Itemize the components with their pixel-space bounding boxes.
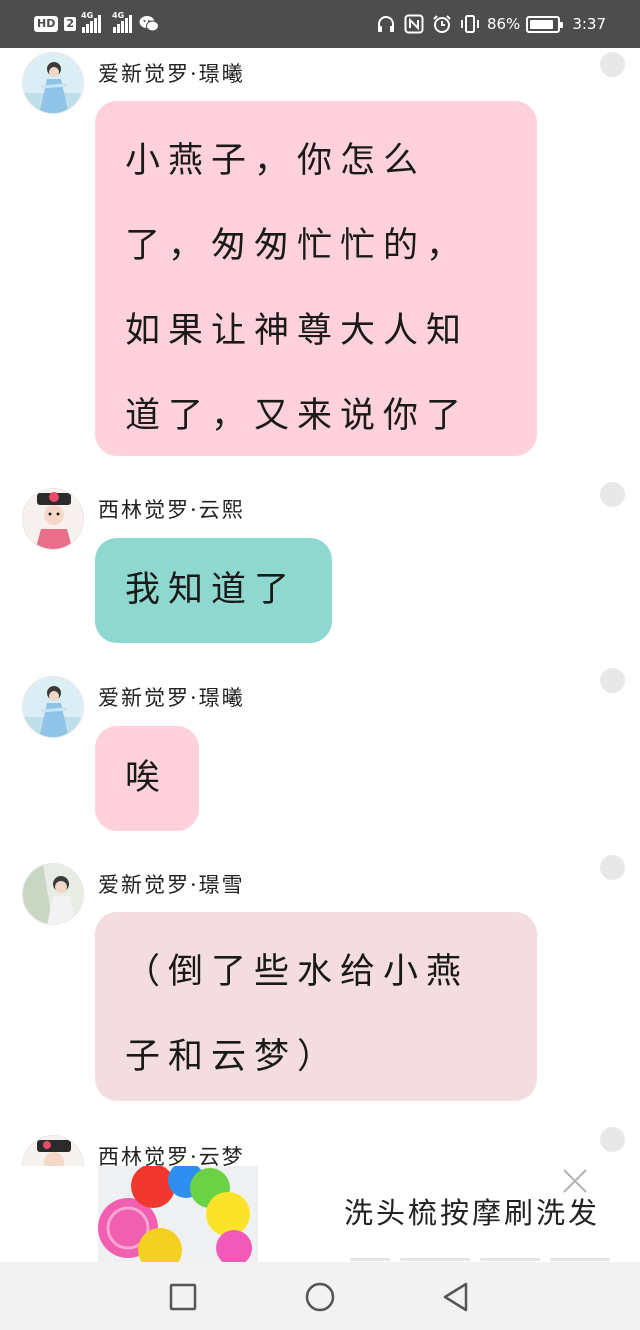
message-line: 了，匆匆忙忙的， xyxy=(125,226,470,266)
message-bubble[interactable]: 唉 xyxy=(95,726,199,831)
avatar[interactable] xyxy=(22,863,84,925)
alarm-icon xyxy=(431,13,453,35)
ad-image[interactable] xyxy=(98,1166,258,1262)
signal-icon: 4G xyxy=(81,11,101,33)
home-icon[interactable] xyxy=(304,1281,336,1313)
signal-icon-2: 4G xyxy=(112,11,132,33)
wechat-icon xyxy=(138,13,160,35)
message-line: 如果让神尊大人知 xyxy=(125,311,470,351)
nfc-icon xyxy=(403,13,425,35)
chat-list[interactable]: 爱新觉罗·璟曦 小燕子，你怎么 了，匆匆忙忙的， 如果让神尊大人知 道了，又来说… xyxy=(0,48,640,1166)
avatar[interactable] xyxy=(22,52,84,114)
battery-level xyxy=(530,19,553,29)
message-line: 小燕子，你怎么 xyxy=(125,141,427,181)
recent-apps-icon[interactable] xyxy=(167,1281,199,1313)
back-icon[interactable] xyxy=(440,1281,472,1313)
sender-name: 爱新觉罗·璟曦 xyxy=(98,686,245,710)
battery-icon xyxy=(526,15,564,33)
avatar[interactable] xyxy=(22,1135,84,1166)
clock: 3:37 xyxy=(572,15,606,33)
status-dot xyxy=(600,52,625,77)
message-line: （倒了些水给小燕 xyxy=(125,952,470,992)
hd-badge: HD xyxy=(34,16,59,32)
message-line: 唉 xyxy=(125,758,169,798)
navigation-bar xyxy=(0,1262,640,1330)
status-right: 86% 3:37 xyxy=(375,12,606,36)
status-dot xyxy=(600,482,625,507)
network-label: 4G xyxy=(81,11,94,20)
status-dot xyxy=(600,855,625,880)
status-dot xyxy=(600,668,625,693)
message-bubble[interactable]: 小燕子，你怎么 了，匆匆忙忙的， 如果让神尊大人知 道了，又来说你了 xyxy=(95,101,537,456)
sender-name: 西林觉罗·云熙 xyxy=(98,498,245,522)
sender-name: 爱新觉罗·璟雪 xyxy=(98,873,245,897)
vibrate-icon xyxy=(459,13,481,35)
ad-title[interactable]: 洗头梳按摩刷洗发 xyxy=(344,1190,600,1232)
message-bubble[interactable]: （倒了些水给小燕 子和云梦） xyxy=(95,912,537,1101)
avatar[interactable] xyxy=(22,488,84,550)
ad-banner[interactable]: 洗头梳按摩刷洗发 xyxy=(0,1166,640,1262)
message-line: 道了，又来说你了 xyxy=(125,396,470,436)
status-left: HD 2 4G 4G xyxy=(34,11,160,36)
headphones-icon xyxy=(375,13,397,35)
network-label-2: 4G xyxy=(112,11,125,20)
message-bubble[interactable]: 我知道了 xyxy=(95,538,332,643)
sender-name: 西林觉罗·云梦 xyxy=(98,1145,245,1166)
ad-subtitle xyxy=(350,1252,620,1262)
status-dot xyxy=(600,1127,625,1152)
message-line: 我知道了 xyxy=(125,570,298,610)
avatar[interactable] xyxy=(22,676,84,738)
message-line: 子和云梦） xyxy=(125,1037,341,1077)
close-icon[interactable] xyxy=(560,1166,590,1196)
battery-percent: 86% xyxy=(486,15,521,33)
sender-name: 爱新觉罗·璟曦 xyxy=(98,62,245,86)
hd-sim-number: 2 xyxy=(64,17,76,31)
status-bar: HD 2 4G 4G 86% 3:37 xyxy=(0,0,640,48)
